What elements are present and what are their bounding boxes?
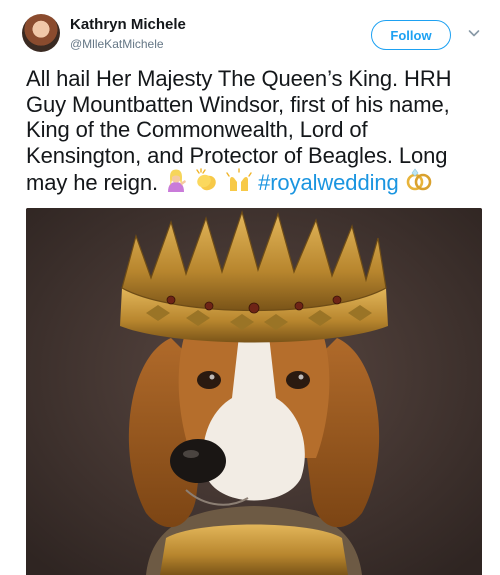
- author-handle[interactable]: @MlleKatMichele: [70, 37, 164, 51]
- tweet-header: Kathryn Michele @MlleKatMichele Follow: [0, 0, 500, 64]
- clapping-hands-emoji: [196, 168, 216, 191]
- rings-emoji: [406, 168, 431, 191]
- author-name[interactable]: Kathryn Michele: [70, 16, 186, 33]
- tweet-text-line: All hail Her Majesty The Queen’s King. H…: [26, 66, 452, 91]
- person-tipping-hand-emoji: [168, 169, 187, 192]
- tweet-text: All hail Her Majesty The Queen’s King. H…: [26, 66, 496, 196]
- raising-hands-emoji: [226, 168, 252, 191]
- tweet-text-line: King of the Commonwealth, Lord of: [26, 117, 368, 142]
- hashtag-link[interactable]: #royalwedding: [258, 170, 399, 195]
- tweet-text-segment: may he reign.: [26, 170, 158, 195]
- tweet-text-line: Guy Mountbatten Windsor, first of his na…: [26, 91, 450, 117]
- beagle-crown-picture: [26, 208, 482, 575]
- tweet-text-last-line: may he reign. #royalwedding: [26, 168, 496, 196]
- avatar[interactable]: [22, 14, 60, 52]
- tweet-media-image[interactable]: [26, 208, 482, 575]
- chevron-down-icon[interactable]: [468, 27, 480, 39]
- tweet-text-line: Kensington, and Protector of Beagles. Lo…: [26, 142, 448, 168]
- follow-button[interactable]: Follow: [371, 20, 451, 50]
